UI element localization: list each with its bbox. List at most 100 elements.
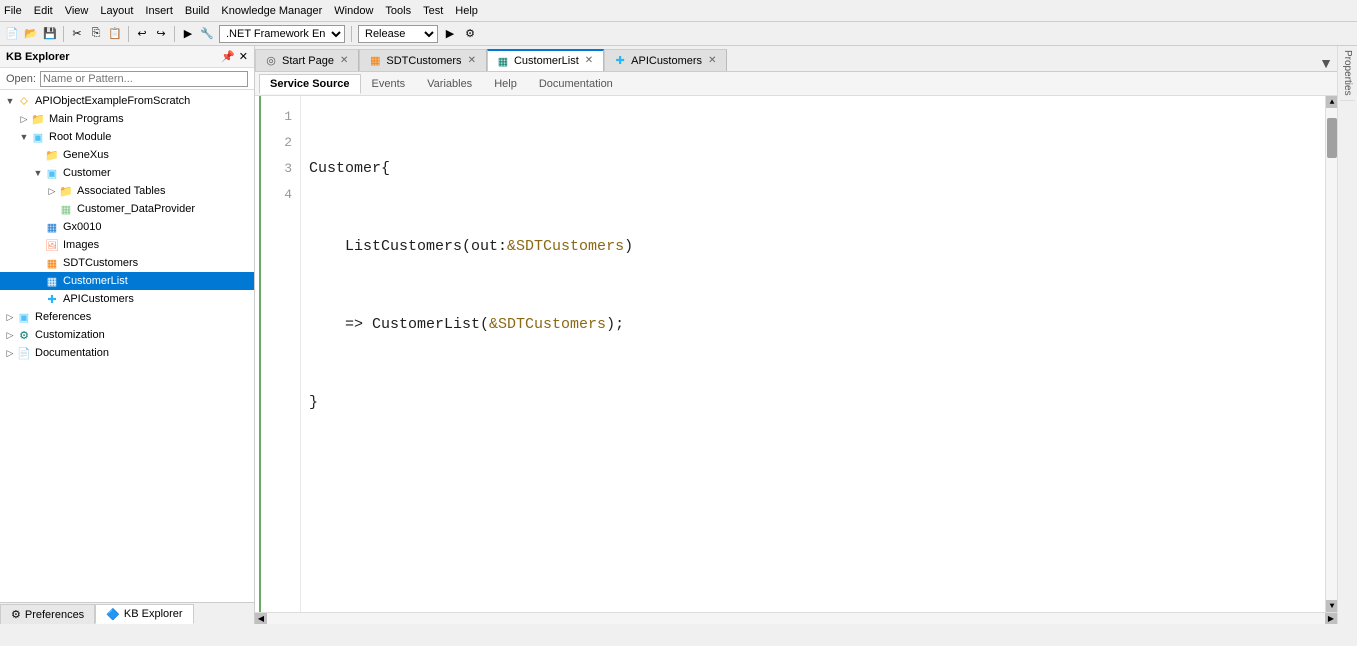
preferences-label: Preferences	[25, 609, 84, 621]
tree-item-main-programs[interactable]: ▷ 📁 Main Programs	[0, 110, 254, 128]
line-num-4: 4	[261, 182, 300, 208]
tree-label-customization: Customization	[35, 329, 105, 341]
expand-customer[interactable]: ▼	[32, 168, 44, 178]
sidebar-header: KB Explorer 📌 ✕	[0, 46, 254, 68]
code-span: )	[624, 234, 633, 260]
code-content[interactable]: Customer{ ListCustomers(out:&SDTCustomer…	[301, 96, 1325, 612]
vertical-scrollbar: ▲ ▼	[1325, 96, 1337, 612]
tree-item-customization[interactable]: ▷ ⚙ Customization	[0, 326, 254, 344]
menu-knowledge-manager[interactable]: Knowledge Manager	[221, 5, 322, 17]
tree-item-customer[interactable]: ▼ ▣ Customer	[0, 164, 254, 182]
tab-kb-explorer[interactable]: 🔷 KB Explorer	[95, 604, 193, 624]
code-line-4: }	[309, 390, 1317, 416]
tree-item-gx0010[interactable]: ▦ Gx0010	[0, 218, 254, 236]
new-icon[interactable]: 📄	[4, 26, 20, 42]
menu-window[interactable]: Window	[334, 5, 373, 17]
code-link-1: &SDTCustomers	[507, 234, 624, 260]
close-api[interactable]: ✕	[706, 55, 718, 67]
tree-item-images[interactable]: 🖼 Images	[0, 236, 254, 254]
tabs-dropdown-icon[interactable]: ▼	[1319, 55, 1333, 71]
tab-sdtcustomers[interactable]: ▦ SDTCustomers ✕	[359, 49, 487, 71]
menu-view[interactable]: View	[65, 5, 89, 17]
save-icon[interactable]: 💾	[42, 26, 58, 42]
search-input[interactable]	[40, 71, 248, 87]
redo-icon[interactable]: ↪	[153, 26, 169, 42]
open-icon[interactable]: 📂	[23, 26, 39, 42]
tree-item-documentation[interactable]: ▷ 📄 Documentation	[0, 344, 254, 362]
sub-tabs: Service Source Events Variables Help Doc…	[255, 72, 1337, 96]
expand-documentation[interactable]: ▷	[4, 348, 16, 359]
menu-help[interactable]: Help	[455, 5, 478, 17]
tab-preferences[interactable]: ⚙ Preferences	[0, 604, 95, 624]
subtab-documentation[interactable]: Documentation	[528, 74, 624, 94]
expand-customization[interactable]: ▷	[4, 330, 16, 341]
tab-apicustomers[interactable]: ✚ APICustomers ✕	[604, 49, 727, 71]
subtab-service-source[interactable]: Service Source	[259, 74, 361, 94]
menu-build[interactable]: Build	[185, 5, 209, 17]
tab-sdt-label: SDTCustomers	[386, 55, 461, 67]
code-editor[interactable]: 1 2 3 4 Customer{ ListCustomers(out:&SDT…	[255, 96, 1337, 612]
menu-insert[interactable]: Insert	[145, 5, 173, 17]
tabs-overflow: ▼	[1315, 55, 1337, 71]
menu-bar: File Edit View Layout Insert Build Knowl…	[4, 5, 478, 17]
sidebar-pin-icon[interactable]: 📌	[221, 50, 235, 63]
scroll-down-btn[interactable]: ▼	[1326, 600, 1337, 612]
line-numbers: 1 2 3 4	[261, 96, 301, 612]
sidebar-open-bar: Open:	[0, 68, 254, 90]
menu-tools[interactable]: Tools	[385, 5, 411, 17]
sidebar-close-icon[interactable]: ✕	[239, 50, 248, 63]
content-area: ◎ Start Page ✕ ▦ SDTCustomers ✕ ▦ Custom…	[255, 46, 1337, 624]
tree-item-references[interactable]: ▷ ▣ References	[0, 308, 254, 326]
subtab-help[interactable]: Help	[483, 74, 528, 94]
close-customerlist[interactable]: ✕	[583, 55, 595, 67]
subtab-events-label: Events	[372, 78, 406, 90]
framework-select[interactable]: .NET Framework En	[219, 25, 345, 43]
code-span: ListCustomers(out:	[309, 234, 507, 260]
expand-references[interactable]: ▷	[4, 312, 16, 323]
menu-layout[interactable]: Layout	[100, 5, 133, 17]
sidebar: KB Explorer 📌 ✕ Open: ▼ ⬦ APIObjectExamp…	[0, 46, 255, 624]
tree-item-sdtcustomers[interactable]: ▦ SDTCustomers	[0, 254, 254, 272]
scroll-thumb[interactable]	[1327, 118, 1337, 158]
tree-item-apicustomers[interactable]: ✚ APICustomers	[0, 290, 254, 308]
copy-icon[interactable]: ⎘	[88, 26, 104, 42]
dp-icon: ▦	[58, 201, 74, 217]
settings-icon[interactable]: ⚙	[462, 26, 478, 42]
expand-associated[interactable]: ▷	[46, 186, 58, 197]
run-icon[interactable]: ▶	[442, 26, 458, 42]
tree-item-root[interactable]: ▼ ⬦ APIObjectExampleFromScratch	[0, 92, 254, 110]
properties-tab[interactable]: Properties	[1340, 46, 1355, 101]
close-sdt[interactable]: ✕	[466, 55, 478, 67]
tab-start-page[interactable]: ◎ Start Page ✕	[255, 49, 359, 71]
tree-label-references: References	[35, 311, 91, 323]
undo-icon[interactable]: ↩	[134, 26, 150, 42]
tree-item-root-module[interactable]: ▼ ▣ Root Module	[0, 128, 254, 146]
close-start-page[interactable]: ✕	[338, 55, 350, 67]
tree-item-customerlist[interactable]: ▦ CustomerList	[0, 272, 254, 290]
expand-main-programs[interactable]: ▷	[18, 114, 30, 125]
tree-item-genexus[interactable]: 📁 GeneXus	[0, 146, 254, 164]
scroll-up-btn[interactable]: ▲	[1326, 96, 1337, 108]
paste-icon[interactable]: 📋	[107, 26, 123, 42]
code-line-2: ListCustomers(out:&SDTCustomers)	[309, 234, 1317, 260]
debug-icon[interactable]: 🔧	[199, 26, 215, 42]
build-icon[interactable]: ▶	[180, 26, 196, 42]
tree-item-customer-dp[interactable]: ▦ Customer_DataProvider	[0, 200, 254, 218]
menu-edit[interactable]: Edit	[34, 5, 53, 17]
tab-customerlist[interactable]: ▦ CustomerList ✕	[487, 49, 604, 71]
cut-icon[interactable]: ✂	[69, 26, 85, 42]
associated-folder-icon: 📁	[58, 183, 74, 199]
tree-item-associated-tables[interactable]: ▷ 📁 Associated Tables	[0, 182, 254, 200]
code-span: );	[606, 312, 624, 338]
subtab-variables[interactable]: Variables	[416, 74, 483, 94]
expand-root[interactable]: ▼	[4, 96, 16, 106]
expand-root-module[interactable]: ▼	[18, 132, 30, 142]
menu-file[interactable]: File	[4, 5, 22, 17]
api-icon: ✚	[44, 291, 60, 307]
release-select[interactable]: Release	[358, 25, 438, 43]
subtab-events[interactable]: Events	[361, 74, 417, 94]
scroll-right-btn[interactable]: ▶	[1325, 613, 1337, 625]
scroll-left-btn[interactable]: ◀	[255, 613, 267, 625]
tree-label-genexus: GeneXus	[63, 149, 109, 161]
menu-test[interactable]: Test	[423, 5, 443, 17]
